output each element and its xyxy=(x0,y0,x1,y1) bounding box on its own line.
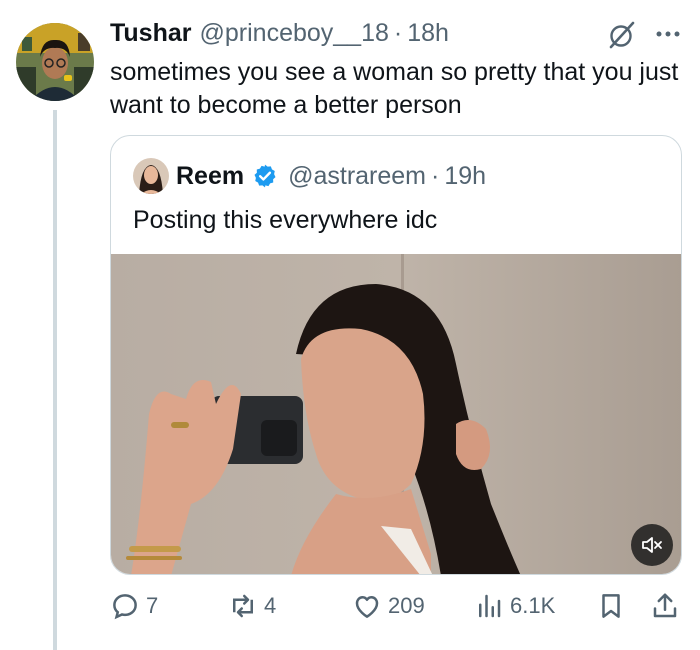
share-button[interactable] xyxy=(650,588,680,624)
quoted-tweet-text: Posting this everywhere idc xyxy=(133,206,438,234)
video-media[interactable] xyxy=(111,254,681,574)
repost-count: 4 xyxy=(264,593,277,618)
quoted-author-handle[interactable]: @astrareem xyxy=(288,162,426,191)
views-button[interactable]: 6.1K xyxy=(474,588,555,624)
reply-count: 7 xyxy=(146,593,159,618)
author-handle[interactable]: @princeboy__18 xyxy=(200,19,389,48)
author-avatar[interactable] xyxy=(16,23,94,101)
bookmark-icon xyxy=(602,594,620,618)
like-count: 209 xyxy=(388,593,425,618)
verified-badge-icon xyxy=(254,164,276,188)
separator-dot: · xyxy=(393,18,403,47)
like-icon xyxy=(355,596,379,618)
quoted-tweet-card[interactable]: Reem @astrareem · 19h Posting this every… xyxy=(110,135,682,575)
quoted-author-avatar[interactable] xyxy=(133,158,169,194)
mute-icon xyxy=(642,537,662,553)
repost-button[interactable]: 4 xyxy=(228,588,276,624)
tweet-text: sometimes you see a woman so pretty that… xyxy=(110,58,679,119)
views-icon xyxy=(479,594,501,618)
reply-button[interactable]: 7 xyxy=(110,588,158,624)
thread-line xyxy=(53,110,57,650)
share-icon xyxy=(653,593,677,618)
repost-icon xyxy=(233,594,253,618)
quoted-author-name[interactable]: Reem xyxy=(176,162,244,191)
action-bar: 7 4 209 6.1K xyxy=(110,588,682,624)
more-icon[interactable] xyxy=(654,22,682,46)
mute-button[interactable] xyxy=(631,524,673,566)
tweet-time[interactable]: 18h xyxy=(407,19,449,48)
views-count: 6.1K xyxy=(510,593,556,618)
reply-icon xyxy=(113,594,137,620)
quoted-tweet-time[interactable]: 19h xyxy=(444,162,486,191)
tweet-header: Tushar @princeboy__18 · 18h xyxy=(110,16,449,50)
like-button[interactable]: 209 xyxy=(352,588,425,624)
author-name[interactable]: Tushar xyxy=(110,19,192,48)
grok-icon[interactable] xyxy=(606,20,636,50)
quoted-tweet-header: Reem @astrareem · 19h xyxy=(176,160,486,192)
quoted-separator-dot: · xyxy=(431,161,440,190)
bookmark-button[interactable] xyxy=(596,588,626,624)
video-frame xyxy=(111,254,681,574)
